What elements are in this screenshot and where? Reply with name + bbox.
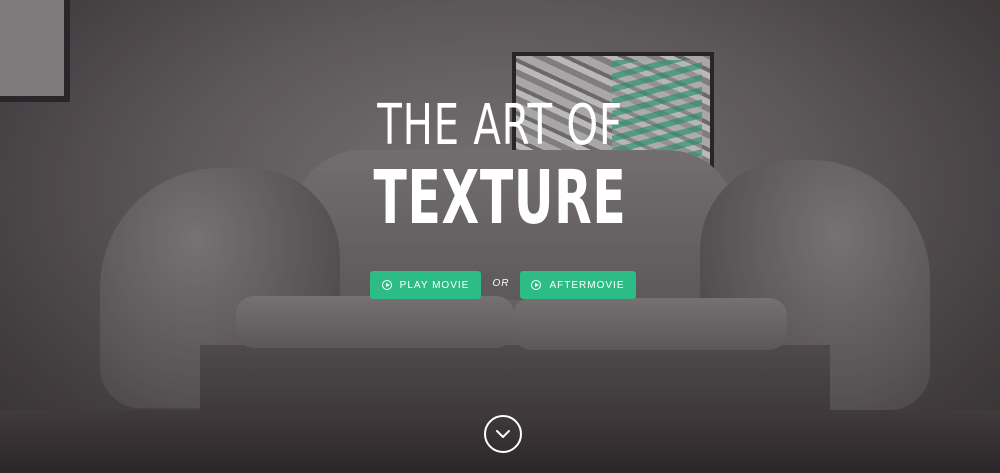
- hero-title-line-2: TEXTURE: [373, 155, 627, 241]
- play-circle-icon: [531, 280, 542, 290]
- play-circle-icon: [381, 280, 392, 290]
- hero-title-line-1: THE ART OF: [377, 93, 623, 158]
- chevron-down-icon: [496, 430, 510, 438]
- hero-section: THE ART OF TEXTURE PLAY MOVIE OR AFTERMO…: [0, 0, 1000, 473]
- aftermovie-button[interactable]: AFTERMOVIE: [520, 271, 636, 299]
- scroll-down-button[interactable]: [484, 415, 522, 453]
- or-separator: OR: [492, 278, 510, 289]
- play-movie-label: PLAY MOVIE: [399, 279, 470, 291]
- play-movie-button[interactable]: PLAY MOVIE: [370, 271, 481, 299]
- aftermovie-label: AFTERMOVIE: [549, 279, 625, 291]
